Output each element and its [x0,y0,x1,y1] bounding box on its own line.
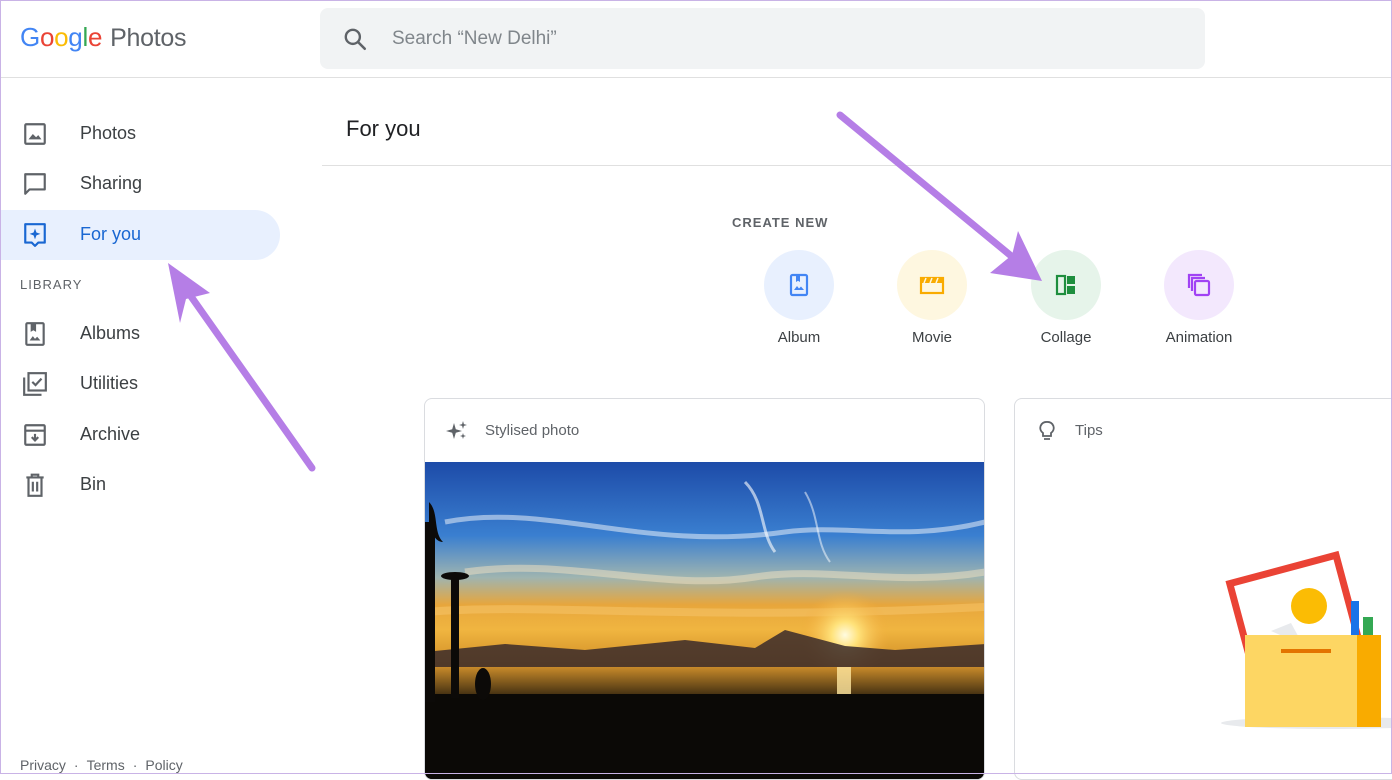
card-header: Tips [1015,399,1392,463]
sidebar-item-label: Bin [80,474,107,494]
logo-letter: o [54,22,69,52]
create-animation-circle[interactable] [1164,250,1234,320]
tips-card[interactable]: Tips [1014,398,1392,780]
product-name: Photos [110,24,187,52]
create-movie-label: Movie [911,329,952,346]
sidebar-item-sharing[interactable]: Sharing [0,159,280,209]
sidebar-item-label: Utilities [80,373,139,393]
sparkle-icon [446,421,467,439]
album-icon [789,273,809,297]
footer-separator: · [73,757,79,773]
sidebar-item-albums[interactable]: Albums [0,309,280,359]
page-title: For you [346,116,421,141]
create-movie-circle[interactable] [897,250,967,320]
sidebar-item-label: Archive [80,424,141,444]
card-title: Tips [1075,422,1103,439]
sidebar-item-utilities[interactable]: Utilities [0,359,280,409]
sidebar-item-bin[interactable]: Bin [0,460,280,510]
card-title: Stylised photo [485,422,580,439]
create-collage-label: Collage [1040,329,1092,346]
stylised-sunset-photo[interactable] [425,462,985,780]
sidebar-item-photos[interactable]: Photos [0,109,280,159]
movie-icon [919,276,945,295]
sidebar-item-label: Sharing [80,173,143,193]
logo-letter: G [20,22,40,52]
create-album-label: Album [777,329,821,346]
title-divider [322,165,1392,166]
create-collage-circle[interactable] [1031,250,1101,320]
terms-link[interactable]: Terms [87,757,125,773]
archive-icon [24,424,46,446]
album-icon [25,322,45,346]
footer-separator: · [132,757,138,773]
create-new-heading: CREATE NEW [732,215,829,230]
policy-link[interactable]: Policy [145,757,182,773]
search-input[interactable] [390,26,1094,51]
create-album-button[interactable]: Album [744,250,854,350]
footer-links: Privacy · Terms · Policy [20,757,183,773]
search-bar[interactable] [320,8,1205,69]
assistant-icon [24,223,46,247]
create-animation-button[interactable]: Animation [1144,250,1254,350]
library-heading: LIBRARY [20,277,83,292]
sidebar-item-label: Albums [80,323,141,343]
sidebar-item-for-you[interactable]: For you [0,210,280,260]
utilities-icon [23,372,47,396]
logo-letter: g [68,22,83,52]
trash-icon [26,473,44,497]
photo-icon [24,123,46,145]
stylised-photo-card[interactable]: Stylised photo [424,398,985,780]
create-album-circle[interactable] [764,250,834,320]
privacy-link[interactable]: Privacy [20,757,66,773]
tips-illustration [1221,550,1392,729]
create-collage-button[interactable]: Collage [1011,250,1121,350]
app-header: Google Photos [0,0,1392,78]
search-icon[interactable] [342,26,368,52]
logo-letter: o [39,22,55,52]
sidebar-item-label: Photos [80,123,137,143]
google-photos-logo[interactable]: Google Photos [20,22,186,53]
sidebar-item-archive[interactable]: Archive [0,410,280,460]
animation-icon [1187,273,1211,297]
collage-icon [1055,274,1075,296]
lightbulb-icon [1039,421,1055,440]
logo-letter: e [87,22,103,52]
create-movie-button[interactable]: Movie [877,250,987,350]
chat-bubble-icon [24,173,46,195]
card-header: Stylised photo [425,399,984,463]
sidebar-item-label: For you [80,224,142,244]
create-animation-label: Animation [1165,329,1233,346]
